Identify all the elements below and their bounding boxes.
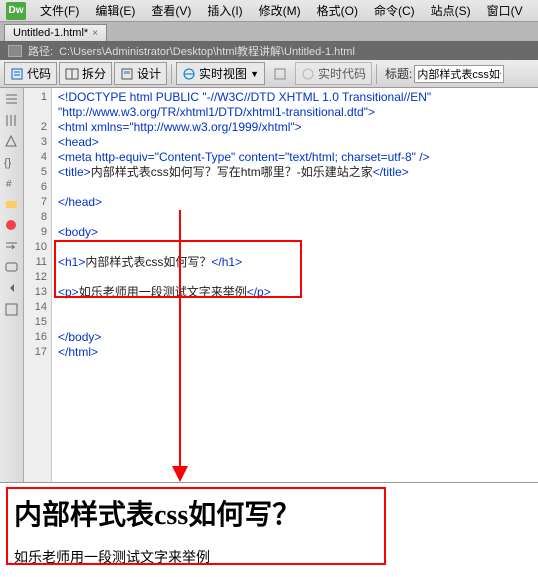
livecode-icon — [301, 67, 315, 81]
tab-untitled[interactable]: Untitled-1.html* × — [4, 24, 107, 41]
line-numbers-icon[interactable]: # — [4, 176, 19, 191]
title-label: 标题: — [385, 65, 412, 82]
svg-text:#: # — [6, 179, 12, 190]
menu-insert[interactable]: 插入(I) — [199, 2, 250, 19]
split-view-button[interactable]: 拆分 — [59, 62, 112, 85]
document-tabs: Untitled-1.html* × — [0, 22, 538, 42]
path-label: 路径: — [28, 43, 53, 59]
title-input[interactable] — [414, 65, 504, 83]
menu-edit[interactable]: 编辑(E) — [87, 2, 143, 19]
collapse-icon[interactable] — [4, 92, 19, 107]
menu-modify[interactable]: 修改(M) — [251, 2, 309, 19]
preview-paragraph: 如乐老师用一段测试文字来举例 — [14, 547, 524, 567]
wrap-icon[interactable] — [4, 239, 19, 254]
code-content[interactable]: <!DOCTYPE html PUBLIC "-//W3C//DTD XHTML… — [52, 88, 538, 482]
highlight-icon[interactable] — [4, 197, 19, 212]
editor-area: {} # 1 234567891011121314151617 <!DOCTYP… — [0, 88, 538, 483]
inspect-icon — [273, 67, 287, 81]
globe-icon — [182, 67, 196, 81]
menubar: Dw 文件(F) 编辑(E) 查看(V) 插入(I) 修改(M) 格式(O) 命… — [0, 0, 538, 22]
code-view-button[interactable]: 代码 — [4, 62, 57, 85]
select-parent-icon[interactable] — [4, 134, 19, 149]
balance-braces-icon[interactable]: {} — [4, 155, 19, 170]
indent-icon[interactable] — [4, 281, 19, 296]
menu-window[interactable]: 窗口(V — [479, 2, 531, 19]
menu-view[interactable]: 查看(V) — [143, 2, 199, 19]
menu-command[interactable]: 命令(C) — [366, 2, 423, 19]
separator — [376, 64, 377, 84]
code-sidebar: {} # — [0, 88, 24, 482]
comment-icon[interactable] — [4, 260, 19, 275]
split-icon — [65, 67, 79, 81]
close-icon[interactable]: × — [92, 28, 98, 39]
syntax-error-icon[interactable] — [4, 218, 19, 233]
live-view-button[interactable]: 实时视图 ▼ — [176, 62, 265, 85]
view-toolbar: 代码 拆分 设计 实时视图 ▼ 实时代码 标题: — [0, 60, 538, 88]
svg-text:{}: {} — [4, 157, 12, 169]
design-view-button[interactable]: 设计 — [114, 62, 167, 85]
tab-label: Untitled-1.html* — [13, 27, 88, 39]
menu-site[interactable]: 站点(S) — [423, 2, 479, 19]
pathbar: 路径: C:\Users\Administrator\Desktop\html教… — [0, 42, 538, 60]
separator — [171, 64, 172, 84]
chevron-down-icon: ▼ — [250, 69, 259, 79]
design-preview: 内部样式表css如何写？ 如乐老师用一段测试文字来举例 — [0, 483, 538, 577]
menu-format[interactable]: 格式(O) — [309, 2, 366, 19]
app-logo: Dw — [6, 2, 26, 20]
code-editor[interactable]: 1 234567891011121314151617 <!DOCTYPE htm… — [24, 88, 538, 482]
expand-icon[interactable] — [4, 113, 19, 128]
line-gutter: 1 234567891011121314151617 — [24, 88, 52, 482]
code-icon — [10, 67, 24, 81]
format-icon[interactable] — [4, 302, 19, 317]
live-code-button[interactable]: 实时代码 — [295, 62, 372, 85]
inspect-button[interactable] — [267, 64, 293, 84]
preview-heading: 内部样式表css如何写？ — [14, 493, 524, 533]
folder-icon[interactable] — [8, 45, 22, 57]
menu-file[interactable]: 文件(F) — [32, 2, 87, 19]
path-value: C:\Users\Administrator\Desktop\html教程讲解\… — [59, 43, 355, 59]
design-icon — [120, 67, 134, 81]
